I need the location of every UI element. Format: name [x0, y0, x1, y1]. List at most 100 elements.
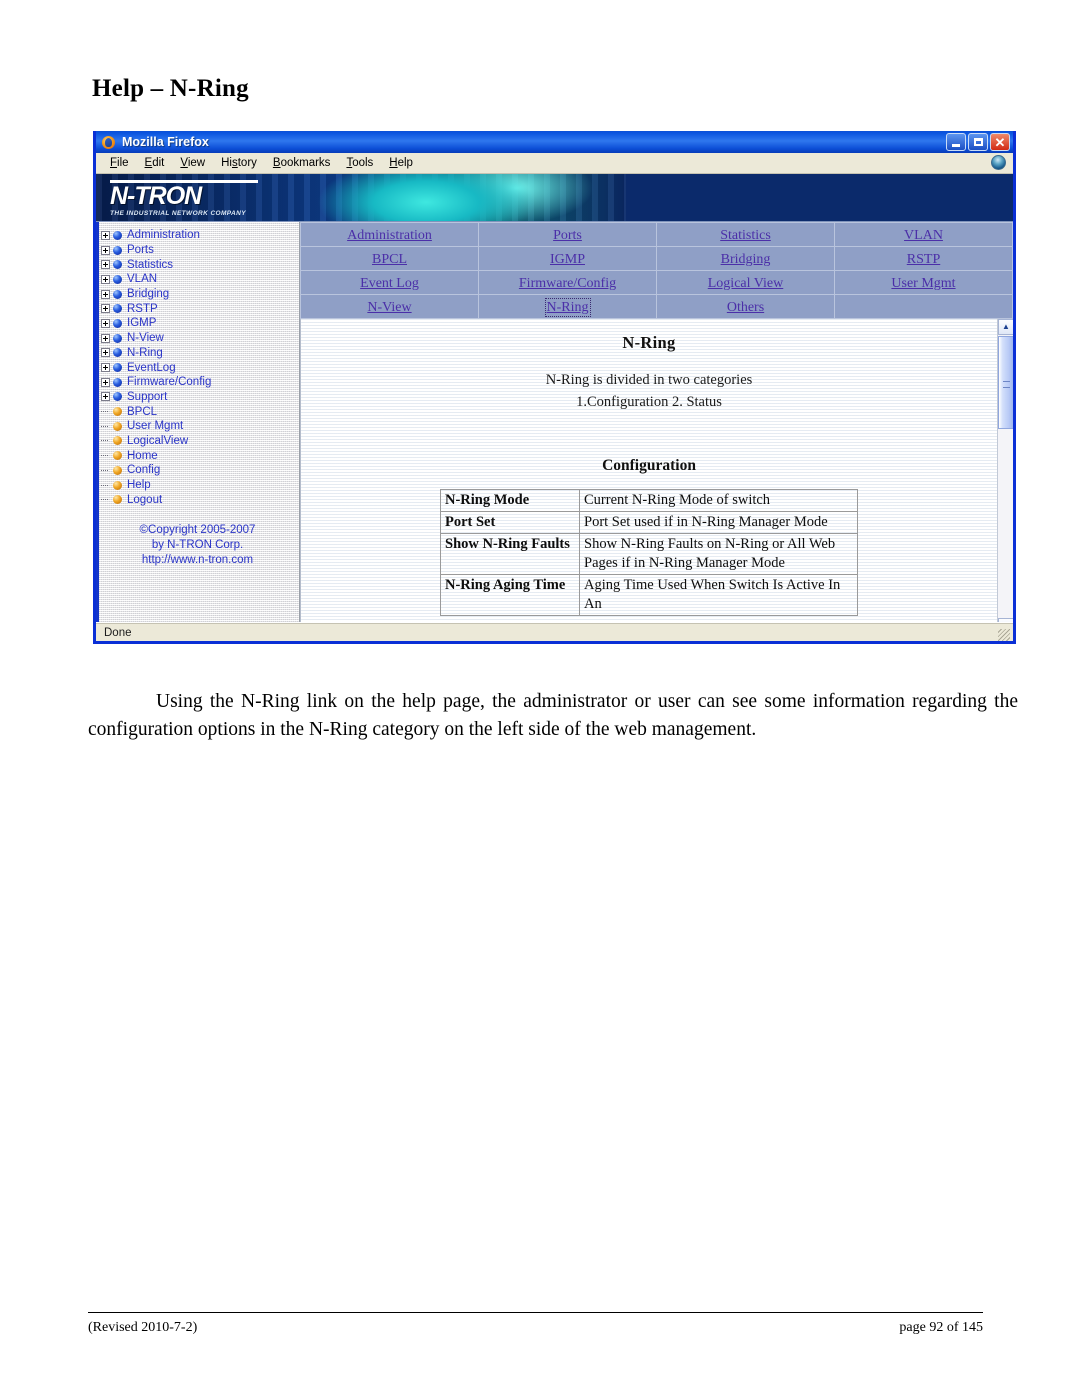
blue-sphere-icon — [113, 304, 122, 314]
sidebar-item-home[interactable]: Home — [96, 448, 299, 463]
window-title: Mozilla Firefox — [122, 135, 209, 149]
menu-item-history[interactable]: History — [213, 156, 265, 170]
scroll-up-arrow-icon[interactable]: ▲ — [998, 319, 1013, 335]
sidebar-item-label: BPCL — [127, 405, 158, 418]
copyright-url[interactable]: http://www.n-tron.com — [96, 553, 299, 568]
config-table-row: N-Ring Mode Current N-Ring Mode of switch — [440, 489, 858, 512]
menu-item-edit[interactable]: Edit — [137, 156, 173, 170]
nav-link-user-mgmt[interactable]: User Mgmt — [891, 276, 955, 291]
nav-link-bpcl[interactable]: BPCL — [372, 252, 407, 267]
sidebar-item-bridging[interactable]: Bridging — [96, 287, 299, 302]
nav-cell[interactable]: N-Ring — [478, 294, 657, 319]
sidebar-item-administration[interactable]: Administration — [96, 228, 299, 243]
sidebar-item-label: Statistics — [127, 258, 174, 271]
nav-link-table: Administration Ports Statistics VLAN BPCL IGM… — [300, 222, 1013, 319]
nav-link-n-ring[interactable]: N-Ring — [544, 297, 591, 317]
tree-expand-icon[interactable] — [101, 260, 110, 270]
tree-expand-icon[interactable] — [101, 245, 110, 255]
nav-cell[interactable]: Firmware/Config — [478, 270, 657, 295]
nav-link-vlan[interactable]: VLAN — [904, 228, 943, 243]
blue-sphere-icon — [113, 318, 122, 328]
sidebar-item-n-ring[interactable]: N-Ring — [96, 346, 299, 361]
nav-link-statistics[interactable]: Statistics — [720, 228, 771, 243]
nav-cell[interactable]: N-View — [300, 294, 479, 319]
close-icon[interactable]: ✕ — [990, 133, 1010, 151]
sidebar-item-logicalview[interactable]: LogicalView — [96, 434, 299, 449]
tree-expand-icon[interactable] — [101, 304, 110, 314]
sidebar-item-rstp[interactable]: RSTP — [96, 301, 299, 316]
content-vertical-scrollbar[interactable]: ▲ ▼ — [997, 319, 1013, 622]
minimize-button[interactable] — [946, 133, 966, 151]
nav-table-row: BPCL IGMP Bridging RSTP — [300, 246, 1013, 271]
tree-expand-icon[interactable] — [101, 274, 110, 284]
tree-expand-icon[interactable] — [101, 318, 110, 328]
browser-titlebar[interactable]: Mozilla Firefox ✕ — [96, 131, 1013, 153]
resize-grip[interactable] — [998, 629, 1010, 641]
sidebar-item-firmware-config[interactable]: Firmware/Config — [96, 375, 299, 390]
nav-link-event-log[interactable]: Event Log — [360, 276, 419, 291]
sidebar-item-statistics[interactable]: Statistics — [96, 257, 299, 272]
nav-cell[interactable]: Administration — [300, 222, 479, 247]
menu-item-view[interactable]: View — [172, 156, 213, 170]
nav-link-administration[interactable]: Administration — [347, 228, 432, 243]
nav-link-igmp[interactable]: IGMP — [550, 252, 585, 267]
nav-link-others[interactable]: Others — [727, 300, 764, 315]
browser-window: Mozilla Firefox ✕ File Edit View History… — [93, 131, 1016, 644]
nav-cell[interactable]: BPCL — [300, 246, 479, 271]
sidebar-item-config[interactable]: Config — [96, 463, 299, 478]
menu-item-tools[interactable]: Tools — [338, 156, 381, 170]
nav-link-rstp[interactable]: RSTP — [907, 252, 940, 267]
tree-expand-icon[interactable] — [101, 392, 110, 402]
nav-cell[interactable]: User Mgmt — [834, 270, 1013, 295]
sidebar-item-igmp[interactable]: IGMP — [96, 316, 299, 331]
nav-cell[interactable]: Bridging — [656, 246, 835, 271]
sidebar-item-label: Firmware/Config — [127, 376, 212, 389]
sidebar-item-n-view[interactable]: N-View — [96, 331, 299, 346]
nav-cell[interactable]: Logical View — [656, 270, 835, 295]
nav-link-logical-view[interactable]: Logical View — [708, 276, 784, 291]
nav-cell[interactable]: Statistics — [656, 222, 835, 247]
tree-expand-icon[interactable] — [101, 333, 110, 343]
maximize-button[interactable] — [968, 133, 988, 151]
tree-leaf-connector-icon — [101, 466, 110, 475]
tree-expand-icon[interactable] — [101, 289, 110, 299]
content-heading: N-Ring — [622, 333, 676, 352]
sidebar-item-support[interactable]: Support — [96, 390, 299, 405]
gold-sphere-icon — [113, 495, 122, 505]
nav-cell[interactable]: Ports — [478, 222, 657, 247]
nav-cell[interactable]: Others — [656, 294, 835, 319]
sidebar-item-eventlog[interactable]: EventLog — [96, 360, 299, 375]
sidebar-item-logout[interactable]: Logout — [96, 492, 299, 507]
nav-link-n-view[interactable]: N-View — [367, 300, 411, 315]
body-paragraph: Using the N-Ring link on the help page, … — [88, 690, 1018, 740]
nav-link-bridging[interactable]: Bridging — [721, 252, 771, 267]
scrollbar-thumb[interactable] — [998, 336, 1013, 429]
sidebar-item-user-mgmt[interactable]: User Mgmt — [96, 419, 299, 434]
nav-cell[interactable]: Event Log — [300, 270, 479, 295]
tree-expand-icon[interactable] — [101, 230, 110, 240]
config-row-value: Aging Time Used When Switch Is Active In… — [579, 574, 858, 616]
nav-cell[interactable]: IGMP — [478, 246, 657, 271]
menu-item-help[interactable]: Help — [381, 156, 421, 170]
configuration-heading: Configuration — [602, 457, 696, 474]
tree-expand-icon[interactable] — [101, 377, 110, 387]
nav-link-ports[interactable]: Ports — [553, 228, 582, 243]
nav-link-firmware-config[interactable]: Firmware/Config — [519, 276, 616, 291]
config-row-key: Show N-Ring Faults — [440, 533, 580, 575]
sidebar-item-ports[interactable]: Ports — [96, 243, 299, 258]
sidebar-left-edge — [96, 222, 99, 622]
footer-revision: (Revised 2010-7-2) — [88, 1320, 198, 1335]
sidebar-item-label: Support — [127, 390, 168, 403]
tree-expand-icon[interactable] — [101, 363, 110, 373]
sidebar-item-help[interactable]: Help — [96, 478, 299, 493]
content-intro: N-Ring is divided in two categories 1.Co… — [301, 369, 997, 413]
nav-cell[interactable]: VLAN — [834, 222, 1013, 247]
sidebar-copyright: ©Copyright 2005-2007 by N-TRON Corp. htt… — [96, 523, 299, 568]
menu-item-bookmarks[interactable]: Bookmarks — [265, 156, 339, 170]
menu-item-file[interactable]: File — [102, 156, 137, 170]
sidebar-item-vlan[interactable]: VLAN — [96, 272, 299, 287]
sidebar-item-bpcl[interactable]: BPCL — [96, 404, 299, 419]
tree-expand-icon[interactable] — [101, 348, 110, 358]
nav-cell[interactable]: RSTP — [834, 246, 1013, 271]
tree-leaf-connector-icon — [101, 481, 110, 490]
